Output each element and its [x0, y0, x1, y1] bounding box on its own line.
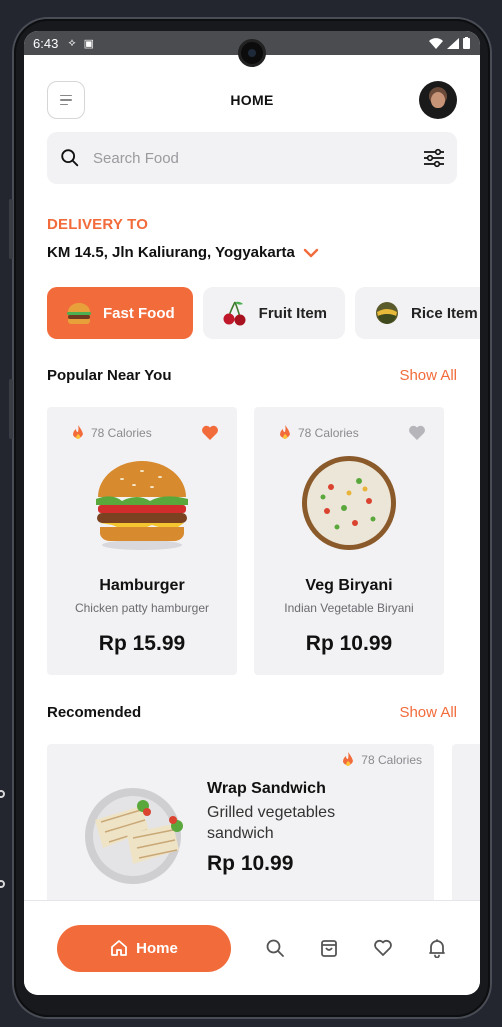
food-card[interactable]: 78 Calories Veg Biryani Indian Vegetable…	[254, 407, 444, 675]
nav-cart-button[interactable]	[319, 938, 339, 958]
show-all-link[interactable]: Show All	[399, 367, 457, 384]
nav-notifications-button[interactable]	[427, 938, 447, 958]
food-price: Rp 10.99	[207, 852, 294, 875]
search-icon	[61, 149, 79, 167]
section-title: Popular Near You	[47, 367, 172, 384]
delivery-address[interactable]: KM 14.5, Jln Kaliurang, Yogyakarta	[47, 244, 319, 261]
recommended-section-header: Recomended Show All	[47, 704, 457, 721]
food-description: Chicken patty hamburger	[74, 601, 210, 615]
filter-icon[interactable]	[423, 148, 445, 168]
food-name: Veg Biryani	[305, 577, 393, 594]
calories-badge: 78 Calories	[71, 425, 152, 441]
search-icon	[266, 939, 284, 957]
signal-icon	[447, 37, 459, 49]
fire-icon	[343, 752, 354, 766]
battery-icon	[463, 37, 470, 49]
bottom-nav: Home	[24, 900, 480, 995]
fire-icon	[280, 425, 290, 439]
cherry-icon	[221, 299, 249, 327]
calories-text: 78 Calories	[91, 426, 152, 440]
food-price: Rp 10.99	[305, 632, 393, 655]
category-fast-food[interactable]: Fast Food	[47, 287, 193, 339]
calories-badge: 78 Calories	[341, 752, 422, 768]
food-price: Rp 15.99	[98, 632, 186, 655]
heart-icon	[374, 939, 392, 956]
biryani-image	[302, 456, 396, 550]
nav-search-button[interactable]	[265, 938, 285, 958]
background-decoration	[0, 790, 10, 910]
top-bar: HOME	[47, 81, 457, 119]
search-bar	[47, 132, 457, 184]
wifi-icon	[429, 37, 443, 49]
calories-text: 78 Calories	[298, 426, 359, 440]
burger-icon	[65, 299, 93, 327]
nav-favorites-button[interactable]	[373, 938, 393, 958]
storage-icon: ▣	[83, 37, 94, 50]
rice-icon	[373, 299, 401, 327]
page-title: HOME	[230, 92, 274, 108]
avatar[interactable]	[419, 81, 457, 119]
calories-badge: 78 Calories	[278, 425, 359, 441]
category-label: Rice Item	[411, 304, 478, 322]
heart-icon[interactable]	[408, 425, 426, 441]
food-card[interactable]: 78 Calories Hamburger Chicken patty hamb…	[47, 407, 237, 675]
status-time: 6:43	[33, 35, 59, 51]
bell-icon	[429, 939, 445, 958]
recommended-card[interactable]: 78 Calories Wrap Sandwich Grilled vegeta…	[47, 744, 434, 914]
wrap-sandwich-image	[85, 788, 183, 884]
food-name: Wrap Sandwich	[207, 780, 326, 797]
home-icon	[111, 940, 128, 956]
search-input[interactable]	[93, 149, 423, 167]
category-label: Fast Food	[103, 304, 175, 322]
front-camera	[238, 39, 266, 67]
food-description: Indian Vegetable Biryani	[284, 601, 414, 615]
show-all-link[interactable]: Show All	[399, 704, 457, 721]
chevron-down-icon	[303, 248, 319, 257]
nav-icon-group	[265, 938, 447, 958]
bag-icon	[321, 940, 337, 957]
category-fruit-item[interactable]: Fruit Item	[202, 287, 346, 339]
status-notification-icons: ⟡ ▣	[68, 37, 94, 50]
nav-home-label: Home	[136, 939, 178, 957]
section-title: Recomended	[47, 704, 142, 721]
recommended-card-partial[interactable]	[452, 744, 480, 914]
food-description: Grilled vegetables sandwich	[207, 804, 336, 842]
popular-section-header: Popular Near You Show All	[47, 367, 457, 384]
calories-text: 78 Calories	[361, 753, 422, 767]
navigation-icon: ⟡	[68, 36, 76, 49]
address-text: KM 14.5, Jln Kaliurang, Yogyakarta	[47, 244, 295, 261]
app-screen: 6:43 ⟡ ▣ HOME DELIVERY TO KM 14.5, Jln K…	[24, 31, 480, 995]
delivery-label: DELIVERY TO	[47, 216, 149, 233]
hamburger-image	[96, 461, 188, 550]
nav-home-button[interactable]: Home	[57, 924, 231, 972]
status-right-icons	[429, 37, 470, 49]
category-list: Fast Food Fruit Item Rice Item	[47, 287, 480, 339]
category-rice-item[interactable]: Rice Item	[355, 287, 480, 339]
food-name: Hamburger	[99, 577, 185, 594]
fire-icon	[73, 425, 83, 439]
category-label: Fruit Item	[258, 304, 328, 322]
heart-icon[interactable]	[201, 425, 219, 441]
